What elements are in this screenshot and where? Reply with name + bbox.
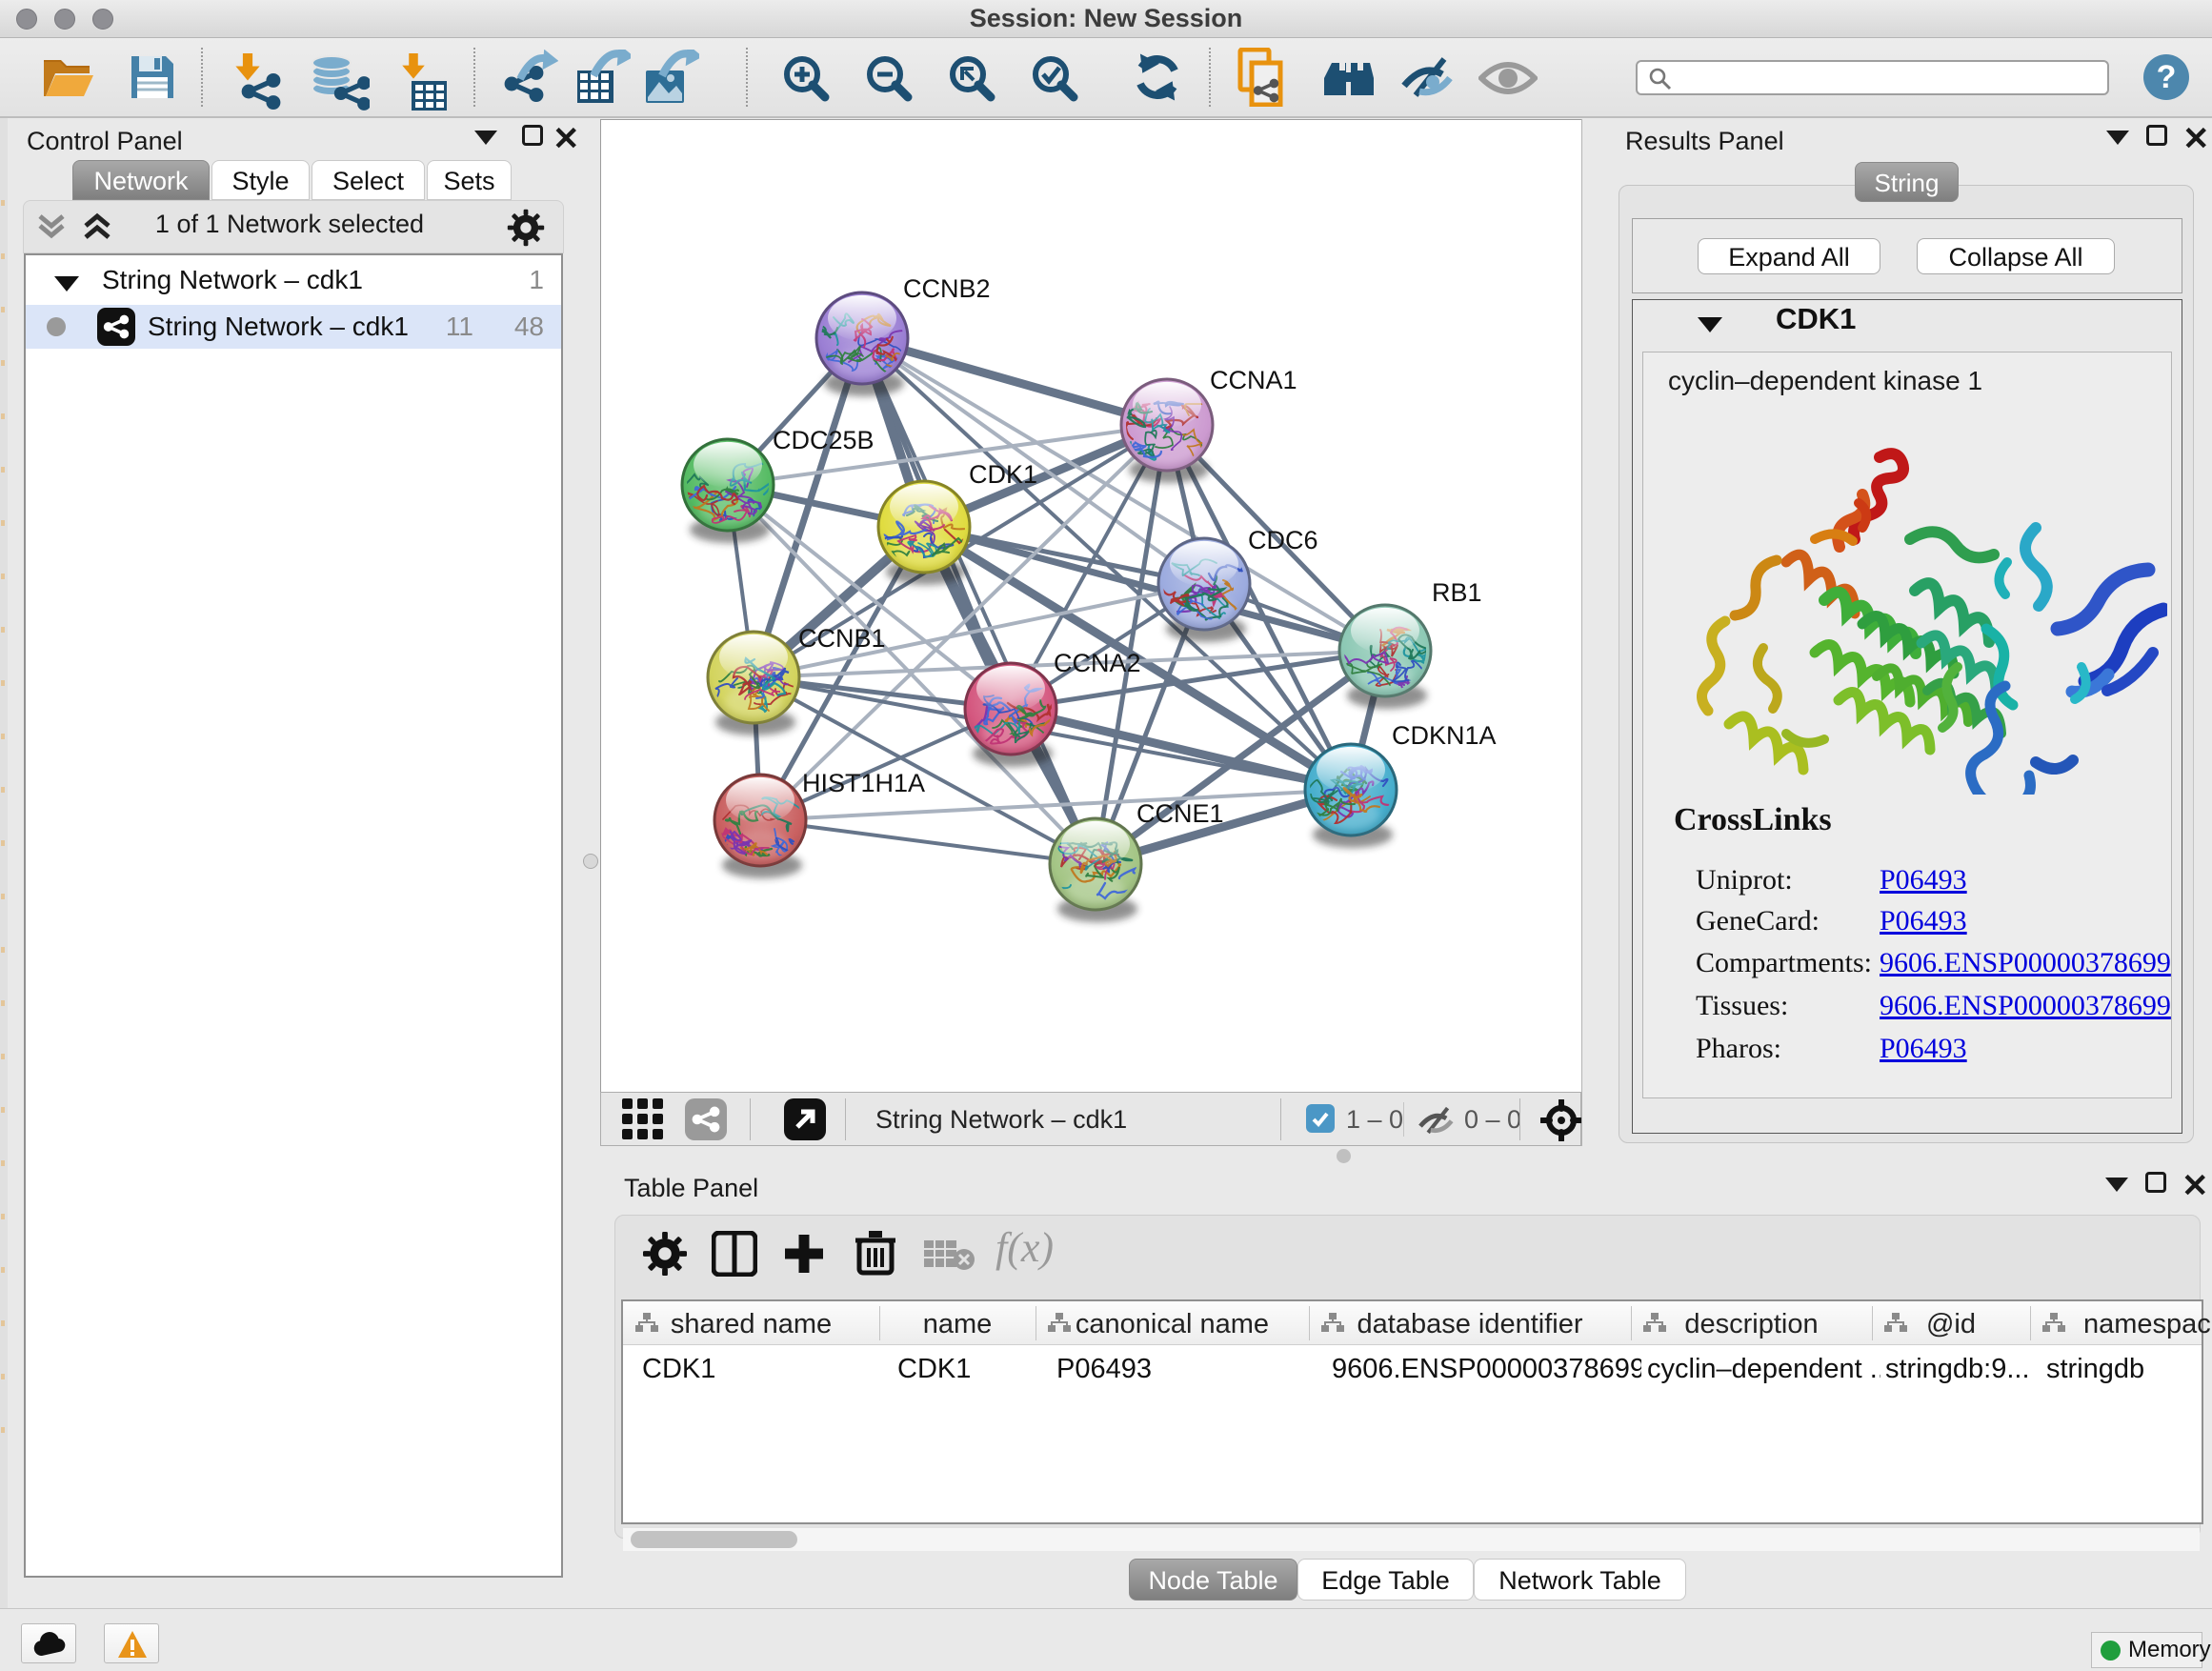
svg-text:CCNE1: CCNE1	[1136, 799, 1224, 828]
svg-text:CDC25B: CDC25B	[773, 426, 875, 454]
svg-text:CCNA1: CCNA1	[1210, 366, 1297, 394]
svg-text:CDC6: CDC6	[1248, 526, 1318, 554]
svg-text:CCNB1: CCNB1	[798, 624, 886, 653]
svg-text:CDK1: CDK1	[969, 460, 1037, 489]
svg-text:HIST1H1A: HIST1H1A	[802, 769, 925, 797]
svg-text:RB1: RB1	[1432, 578, 1482, 607]
svg-text:CCNB2: CCNB2	[903, 274, 991, 303]
svg-text:CCNA2: CCNA2	[1054, 649, 1141, 677]
svg-text:CDKN1A: CDKN1A	[1392, 721, 1497, 750]
